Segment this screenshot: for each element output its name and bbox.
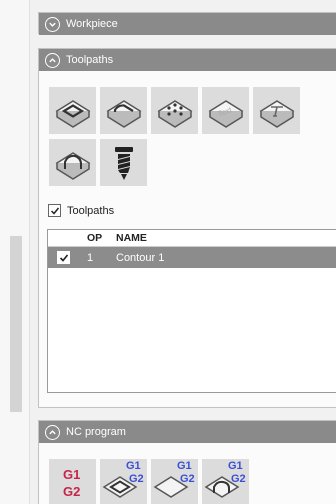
nc-text-g1: G1 — [177, 460, 192, 472]
row-name: Contour 1 — [116, 251, 165, 264]
toolpaths-checkbox-label: Toolpaths — [67, 204, 115, 217]
nc-profile-button[interactable]: G1 G2 — [202, 459, 249, 504]
nc-text-button[interactable]: G1 G2 — [151, 459, 198, 504]
op-column-header[interactable]: OP — [79, 232, 112, 244]
gcode-program-button[interactable]: G1 G2 — [49, 459, 96, 504]
nc-pocket-g1: G1 — [126, 460, 141, 472]
workpiece-panel: Workpiece — [38, 12, 336, 35]
pocket-tool-button[interactable] — [49, 87, 96, 134]
pocket-tool-icon — [55, 99, 90, 128]
profile-arch-tool-button[interactable] — [49, 139, 96, 186]
profile-arch-tool-icon — [55, 151, 90, 180]
nc-program-panel: NC program G1 G2 G1 G2 G1 G2 G1 G2 — [38, 420, 336, 504]
toolpaths-panel: Toolpaths Text Toolpaths OP NAME 1 Conto… — [38, 48, 336, 408]
nc-pocket-g2: G2 — [129, 473, 144, 485]
chevron-up-icon — [45, 52, 60, 68]
text-cut-tool-icon — [259, 99, 294, 128]
scrollbar-thumb[interactable] — [10, 236, 22, 412]
nc-profile-g1: G1 — [228, 460, 243, 472]
nc-program-header[interactable]: NC program — [39, 421, 336, 443]
nc-program-title: NC program — [66, 426, 126, 438]
drill-pattern-tool-icon — [157, 99, 192, 128]
nc-profile-g2: G2 — [231, 473, 246, 485]
toolpaths-header[interactable]: Toolpaths — [39, 49, 336, 71]
thread-mill-tool-button[interactable] — [100, 139, 147, 186]
name-column-header[interactable]: NAME — [112, 232, 336, 244]
table-row[interactable]: 1 Contour 1 — [48, 247, 336, 268]
workpiece-header[interactable]: Workpiece — [39, 13, 336, 35]
row-op: 1 — [87, 251, 94, 264]
toolpaths-checkbox[interactable] — [48, 204, 61, 217]
corner-pocket-tool-button[interactable] — [100, 87, 147, 134]
toolpaths-title: Toolpaths — [66, 54, 114, 66]
toolpaths-table: OP NAME 1 Contour 1 — [47, 229, 336, 393]
text-engrave-tool-button[interactable]: Text — [202, 87, 249, 134]
chevron-down-icon — [45, 16, 60, 32]
nc-pocket-button[interactable]: G1 G2 — [100, 459, 147, 504]
chevron-up-icon — [45, 424, 60, 440]
toolpaths-toggle[interactable]: Toolpaths — [48, 204, 114, 217]
drill-pattern-tool-button[interactable] — [151, 87, 198, 134]
gcode-g2-label: G2 — [63, 484, 81, 499]
text-cut-tool-button[interactable] — [253, 87, 300, 134]
corner-pocket-tool-icon — [106, 99, 141, 128]
table-header: OP NAME — [48, 230, 336, 247]
nc-text-g2: G2 — [180, 473, 195, 485]
workpiece-title: Workpiece — [66, 18, 118, 30]
gcode-g1-label: G1 — [63, 467, 81, 482]
row-checkbox[interactable] — [57, 251, 70, 264]
left-scroll-track — [0, 0, 30, 504]
text-engrave-tool-icon: Text — [208, 99, 243, 128]
thread-mill-tool-icon — [114, 146, 133, 180]
